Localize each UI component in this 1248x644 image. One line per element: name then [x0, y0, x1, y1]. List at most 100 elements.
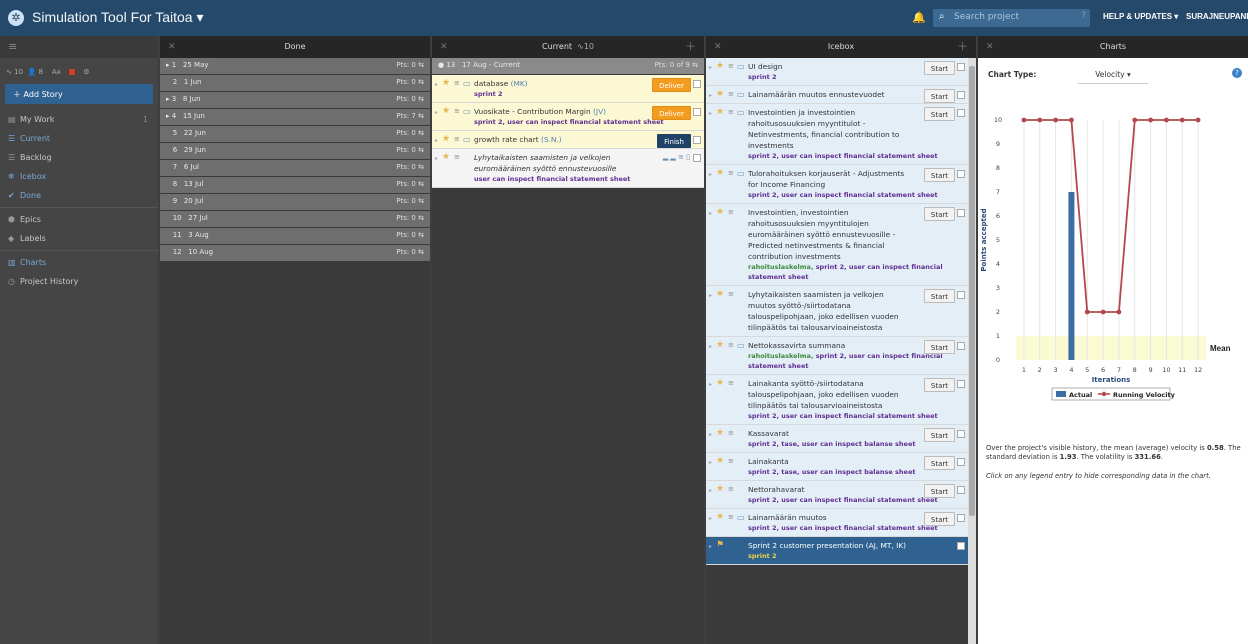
help-icon[interactable]: ? — [1232, 68, 1242, 78]
sidebar-item-charts[interactable]: ▥ Charts — [0, 253, 158, 272]
hamburger-icon[interactable]: ≡ — [0, 36, 158, 58]
start-button[interactable]: Start — [923, 484, 955, 498]
legend-running-label[interactable]: Running Velocity — [1113, 391, 1176, 399]
story-card[interactable]: ▸ ★ ≡ Lainakanta sprint 2, tase, user can in… — [706, 453, 968, 481]
start-button[interactable]: Start — [923, 89, 955, 103]
story-label-list[interactable]: sprint 2, user can inspect financial sta… — [748, 191, 938, 199]
sidebar-item-labels[interactable]: ◆ Labels — [0, 229, 158, 248]
story-card[interactable]: ▸ ★ ≡ Lyhytaikaisten saamisten ja velkojen … — [432, 149, 704, 188]
expand-arrow-icon[interactable]: ▸ — [709, 108, 712, 119]
help-icon[interactable]: ? — [1081, 11, 1086, 21]
story-card[interactable]: ▸ ⚑ Sprint 2 customer presentation (AJ, MT… — [706, 537, 968, 565]
iteration-row[interactable]: ▸ 3 8 Jun Pts: 0 ⇆ — [160, 92, 430, 108]
story-labels[interactable]: sprint 2 — [748, 551, 964, 561]
velocity-value[interactable]: 10 — [14, 68, 23, 76]
project-title[interactable]: Simulation Tool For Taitoa ▾ — [32, 9, 204, 26]
story-label-list[interactable]: sprint 2 — [748, 73, 776, 81]
start-button[interactable]: Start — [923, 512, 955, 526]
app-logo-icon[interactable]: ✲ — [8, 10, 24, 26]
gear-icon[interactable]: ⚙ — [83, 68, 89, 76]
sidebar-item-project-history[interactable]: ◷ Project History — [0, 272, 158, 291]
sidebar-item-epics[interactable]: ⬢ Epics — [0, 210, 158, 229]
story-labels[interactable]: sprint 2, user can inspect financial sta… — [748, 190, 964, 200]
story-label-list[interactable]: sprint 2, user can inspect financial sta… — [748, 496, 938, 504]
icebox-scrollbar[interactable] — [968, 58, 976, 644]
expand-arrow-icon[interactable]: ▸ — [709, 341, 712, 352]
iteration-row[interactable]: ▸ 1 25 May Pts: 0 ⇆ — [160, 58, 430, 74]
story-card[interactable]: ▸ ★ ≡ ▭ growth rate chart (S.N.) Finish — [432, 131, 704, 149]
search-box[interactable]: ⌕ Search project ? — [933, 9, 1090, 27]
story-label-list[interactable]: sprint 2 — [748, 552, 776, 560]
story-checkbox[interactable] — [957, 430, 965, 438]
chart-type-select[interactable]: Velocity ▾ — [1078, 70, 1148, 84]
start-button[interactable]: Start — [923, 289, 955, 303]
story-card[interactable]: ▸ ★ ≡ Lainakanta syöttö-/siirtodatana talou… — [706, 375, 968, 425]
sidebar-item-done[interactable]: ✔ Done — [0, 186, 158, 205]
expand-arrow-icon[interactable]: ▸ — [435, 107, 438, 118]
start-button[interactable]: Start — [923, 456, 955, 470]
close-panel-icon[interactable]: ✕ — [986, 36, 994, 58]
expand-arrow-icon[interactable]: ▸ — [435, 135, 438, 146]
story-label-list[interactable]: sprint 2, user can inspect financial sta… — [748, 412, 938, 420]
expand-arrow-icon[interactable]: ▸ — [709, 169, 712, 180]
story-card[interactable]: ▸ ★ ≡ Kassavarat sprint 2, tase, user can in… — [706, 425, 968, 453]
members-count[interactable]: 8 — [38, 68, 42, 76]
sidebar-item-backlog[interactable]: ☰ Backlog — [0, 148, 158, 167]
deliver-button[interactable]: Deliver — [652, 78, 691, 92]
story-label-list[interactable]: sprint 2, user can inspect financial sta… — [748, 524, 938, 532]
story-checkbox[interactable] — [693, 136, 701, 144]
story-label-list[interactable]: sprint 2, tase, user can inspect balanse… — [748, 440, 915, 448]
story-checkbox[interactable] — [693, 154, 701, 162]
expand-arrow-icon[interactable]: ▸ — [709, 485, 712, 496]
story-checkbox[interactable] — [957, 209, 965, 217]
start-button[interactable]: Start — [923, 207, 955, 221]
expand-arrow-icon[interactable]: ▸ — [709, 513, 712, 524]
sidebar-item-my-work[interactable]: ▤ My Work 1 — [0, 110, 158, 129]
close-panel-icon[interactable]: ✕ — [440, 36, 448, 58]
scrollbar-thumb[interactable] — [969, 66, 975, 516]
story-checkbox[interactable] — [957, 514, 965, 522]
story-label-list[interactable]: sprint 2, user can inspect financial sta… — [748, 152, 938, 160]
story-card[interactable]: ▸ ★ ≡ ▭ Vuosikate - Contribution Margin (JV)… — [432, 103, 704, 131]
finish-button[interactable]: Finish — [657, 134, 691, 148]
close-panel-icon[interactable]: ✕ — [168, 36, 176, 58]
font-size-icon[interactable]: Aᴀ — [52, 68, 61, 76]
sidebar-item-icebox[interactable]: ❄ Icebox — [0, 167, 158, 186]
story-checkbox[interactable] — [957, 109, 965, 117]
story-card[interactable]: ▸ ★ ≡ ▭ Nettokassavirta summana rahoituslaske… — [706, 337, 968, 375]
stop-icon[interactable] — [68, 69, 75, 75]
story-checkbox[interactable] — [957, 91, 965, 99]
iteration-row[interactable]: 5 22 Jun Pts: 0 ⇆ — [160, 126, 430, 142]
help-updates-menu[interactable]: HELP & UPDATES ▾ — [1103, 12, 1178, 21]
story-label-green[interactable]: rahoituslaskelma, — [748, 263, 816, 271]
start-button[interactable]: Start — [923, 168, 955, 182]
story-card[interactable]: ▸ ★ ≡ Nettorahavarat sprint 2, user can insp… — [706, 481, 968, 509]
iteration-row[interactable]: 2 1 Jun Pts: 0 ⇆ — [160, 75, 430, 91]
expand-arrow-icon[interactable]: ▸ — [709, 429, 712, 440]
story-card[interactable]: ▸ ★ ≡ Lyhytaikaisten saamisten ja velkojen … — [706, 286, 968, 337]
expand-arrow-icon[interactable]: ▸ — [709, 379, 712, 390]
current-iteration-header[interactable]: ● 13 17 Aug - Current Pts: 0 of 9 ⇆ — [432, 58, 704, 74]
story-checkbox[interactable] — [957, 342, 965, 350]
legend-actual-label[interactable]: Actual — [1069, 391, 1092, 399]
expand-arrow-icon[interactable]: ▸ — [709, 290, 712, 301]
iteration-row[interactable]: 6 29 Jun Pts: 0 ⇆ — [160, 143, 430, 159]
story-card[interactable]: ▸ ★ ≡ ▭ Lainamäärän muutos sprint 2, user can… — [706, 509, 968, 537]
story-checkbox[interactable] — [957, 542, 965, 550]
expand-arrow-icon[interactable]: ▸ — [709, 62, 712, 73]
deliver-button[interactable]: Deliver — [652, 106, 691, 120]
add-story-icon[interactable]: ＋ — [957, 36, 968, 58]
story-checkbox[interactable] — [957, 291, 965, 299]
story-checkbox[interactable] — [693, 108, 701, 116]
iteration-row[interactable]: 7 6 Jul Pts: 0 ⇆ — [160, 160, 430, 176]
user-menu[interactable]: SURAJNEUPANE ▾ — [1186, 12, 1248, 21]
expand-arrow-icon[interactable]: ▸ — [709, 90, 712, 101]
iteration-row[interactable]: 10 27 Jul Pts: 0 ⇆ — [160, 211, 430, 227]
search-input[interactable]: Search project — [954, 12, 1019, 22]
start-button[interactable]: Start — [923, 107, 955, 121]
story-checkbox[interactable] — [957, 380, 965, 388]
iteration-row[interactable]: ▸ 4 15 Jun Pts: 7 ⇆ — [160, 109, 430, 125]
story-checkbox[interactable] — [693, 80, 701, 88]
story-labels[interactable]: user can inspect financial statement she… — [474, 174, 700, 184]
story-checkbox[interactable] — [957, 170, 965, 178]
